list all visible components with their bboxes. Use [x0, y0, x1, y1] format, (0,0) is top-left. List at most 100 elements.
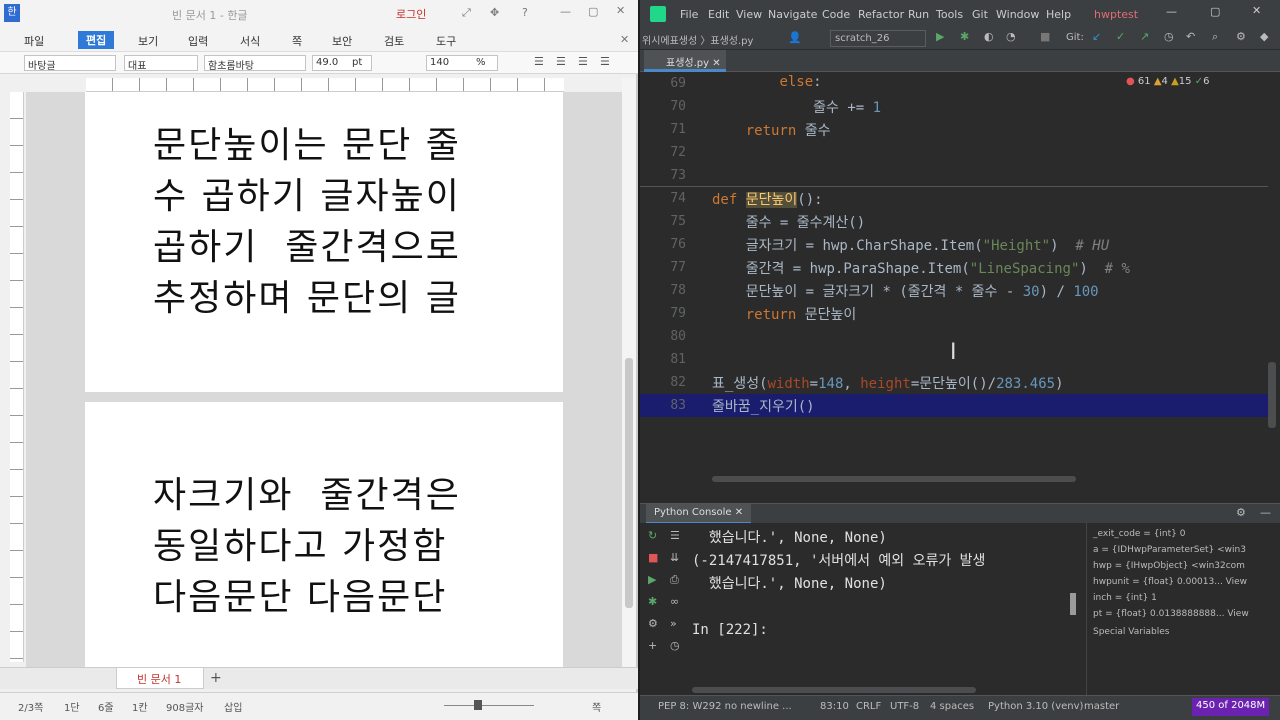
soft-wrap-icon[interactable]: ☰ [670, 529, 680, 542]
font-language-select[interactable]: 대표 [124, 55, 198, 71]
menu-git[interactable]: Git [972, 8, 988, 21]
menu-edit[interactable]: Edit [708, 8, 729, 21]
var-item[interactable]: inch = {int} 1 [1093, 593, 1157, 603]
status-indent[interactable]: 4 spaces [930, 701, 974, 712]
var-item[interactable]: hwp = {IHwpObject} <win32com [1093, 561, 1245, 571]
line-number[interactable]: 79 [640, 306, 686, 321]
var-item[interactable]: hwpunit = {float} 0.00013... View [1093, 577, 1247, 587]
show-vars-icon[interactable]: ∞ [670, 595, 679, 608]
coverage-icon[interactable]: ◐ [984, 30, 994, 43]
editor-hscroll-thumb[interactable] [712, 476, 1076, 482]
minimize-button[interactable]: — [1166, 5, 1177, 18]
line-number[interactable]: 69 [640, 76, 686, 91]
line-number[interactable]: 71 [640, 122, 686, 137]
code-line[interactable]: 줄간격 = hwp.ParaShape.Item("LineSpacing") … [712, 258, 1130, 278]
align-right-icon[interactable]: ☰ [600, 55, 610, 68]
rerun-icon[interactable]: ↻ [648, 529, 657, 542]
breadcrumb[interactable]: 위시에표생성 〉표생성.py [642, 32, 753, 47]
minimize-button[interactable]: — [560, 5, 571, 18]
status-pep[interactable]: PEP 8: W292 no newline ... [658, 701, 792, 712]
console-hide-icon[interactable]: — [1260, 506, 1271, 519]
style-select[interactable]: 바탕글 [24, 55, 116, 71]
code-line[interactable]: 문단높이 = 글자크기 * (줄간격 * 줄수 - 30) / 100 [712, 281, 1099, 301]
special-variables[interactable]: Special Variables [1093, 627, 1169, 637]
logo-icon[interactable]: ◆ [1260, 30, 1268, 43]
menu-navigate[interactable]: Navigate [768, 8, 817, 21]
new-console-icon[interactable]: + [648, 639, 657, 652]
login-button[interactable]: 로그인 [396, 6, 426, 22]
line-number[interactable]: 81 [640, 352, 686, 367]
vertical-ruler[interactable] [10, 92, 24, 662]
console-output[interactable]: 했습니다.', None, None) (-2147417851, '서버에서 … [692, 527, 1082, 642]
menu-refactor[interactable]: Refactor [858, 8, 904, 21]
menu-tools[interactable]: Tools [936, 8, 963, 21]
line-number[interactable]: 83 [640, 398, 686, 413]
menu-run[interactable]: Run [908, 8, 929, 21]
align-center-icon[interactable]: ☰ [578, 55, 588, 68]
var-item[interactable]: a = {IDHwpParameterSet} <win3 [1093, 545, 1246, 555]
line-number[interactable]: 77 [640, 260, 686, 275]
run-config-select[interactable]: scratch_26 [830, 30, 926, 47]
git-push-icon[interactable]: ↗ [1140, 30, 1149, 43]
code-line[interactable]: return 줄수 [712, 120, 831, 140]
debug-icon[interactable]: ✱ [960, 30, 969, 43]
align-left-icon[interactable]: ☰ [556, 55, 566, 68]
status-eol[interactable]: CRLF [856, 701, 881, 712]
editor-vscroll-thumb[interactable] [1268, 362, 1276, 428]
line-number[interactable]: 82 [640, 375, 686, 390]
line-number[interactable]: 74 [640, 191, 686, 206]
status-branch[interactable]: master [1084, 701, 1119, 712]
maximize-button[interactable]: ▢ [588, 5, 598, 18]
rollback-icon[interactable]: ↶ [1186, 30, 1195, 43]
page-1-text[interactable]: 문단높이는 문단 줄 수 곱하기 글자높이 곱하기 줄간격으로 추정하며 문단의… [153, 120, 498, 324]
menu-view[interactable]: 보기 [138, 33, 158, 49]
memory-indicator[interactable]: 450 of 2048M [1192, 698, 1270, 716]
add-tab-icon[interactable]: + [210, 670, 222, 686]
scroll-end-icon[interactable]: ⇊ [670, 551, 679, 564]
zoom-label[interactable]: 쪽 [592, 699, 601, 714]
line-number[interactable]: 76 [640, 237, 686, 252]
scroll-thumb[interactable] [625, 358, 633, 608]
zoom-slider-thumb[interactable] [474, 700, 482, 710]
page-2-text[interactable]: 자크기와 줄간격은 동일하다고 가정함 다음문단 다음문단 [153, 470, 498, 623]
more-icon[interactable]: » [670, 617, 677, 630]
line-number[interactable]: 80 [640, 329, 686, 344]
stop-icon[interactable]: ■ [1040, 30, 1050, 43]
user-icon[interactable]: 👤 [788, 31, 802, 44]
inspection-widget[interactable]: ● 61 ▲4 ▲15 ✓6 [1126, 76, 1209, 87]
close-button[interactable]: ✕ [1252, 4, 1261, 17]
status-encoding[interactable]: UTF-8 [890, 701, 919, 712]
code-line[interactable]: def 문단높이(): [712, 189, 823, 209]
code-line[interactable]: 글자크기 = hwp.CharShape.Item("Height") # HU [712, 235, 1109, 255]
var-item[interactable]: pt = {float} 0.0138888888... View [1093, 609, 1249, 619]
settings-icon[interactable]: ⚙ [1236, 30, 1246, 43]
status-interpreter[interactable]: Python 3.10 (venv) [988, 701, 1083, 712]
print-icon[interactable]: ⎙ [670, 573, 679, 587]
menu-edit[interactable]: 편집 [78, 31, 115, 49]
code-line[interactable]: 표_생성(width=148, height=문단높이()/283.465) [712, 373, 1064, 393]
history-console-icon[interactable]: ◷ [670, 639, 680, 652]
menu-page[interactable]: 쪽 [292, 33, 302, 49]
menu-help[interactable]: Help [1046, 8, 1071, 21]
ribbon-close-icon[interactable]: ✕ [620, 33, 629, 46]
code-line[interactable]: return 문단높이 [712, 304, 857, 324]
menu-tools[interactable]: 도구 [436, 33, 456, 49]
debug-console-icon[interactable]: ✱ [648, 595, 657, 608]
line-spacing-input[interactable]: 140 [426, 55, 498, 71]
document-page[interactable]: 문단높이는 문단 줄 수 곱하기 글자높이 곱하기 줄간격으로 추정하며 문단의… [85, 92, 563, 392]
search-icon[interactable]: ⌕ [1212, 30, 1218, 44]
history-icon[interactable]: ◷ [1164, 30, 1174, 43]
line-number[interactable]: 72 [640, 145, 686, 160]
code-line[interactable]: else: [712, 74, 821, 90]
python-console-tab[interactable]: Python Console ✕ [646, 504, 752, 524]
run-icon[interactable]: ▶ [936, 30, 944, 43]
font-select[interactable]: 함초롬바탕 [204, 55, 306, 71]
var-item[interactable]: _exit_code = {int} 0 [1093, 529, 1185, 539]
help-icon[interactable]: ? [522, 6, 528, 19]
git-update-icon[interactable]: ↙ [1092, 30, 1101, 43]
git-commit-icon[interactable]: ✓ [1116, 30, 1125, 43]
align-justify-icon[interactable]: ☰ [534, 55, 544, 68]
fullscreen-icon[interactable]: ⤢ [462, 6, 471, 20]
menu-insert[interactable]: 입력 [188, 33, 208, 49]
line-number[interactable]: 78 [640, 283, 686, 298]
